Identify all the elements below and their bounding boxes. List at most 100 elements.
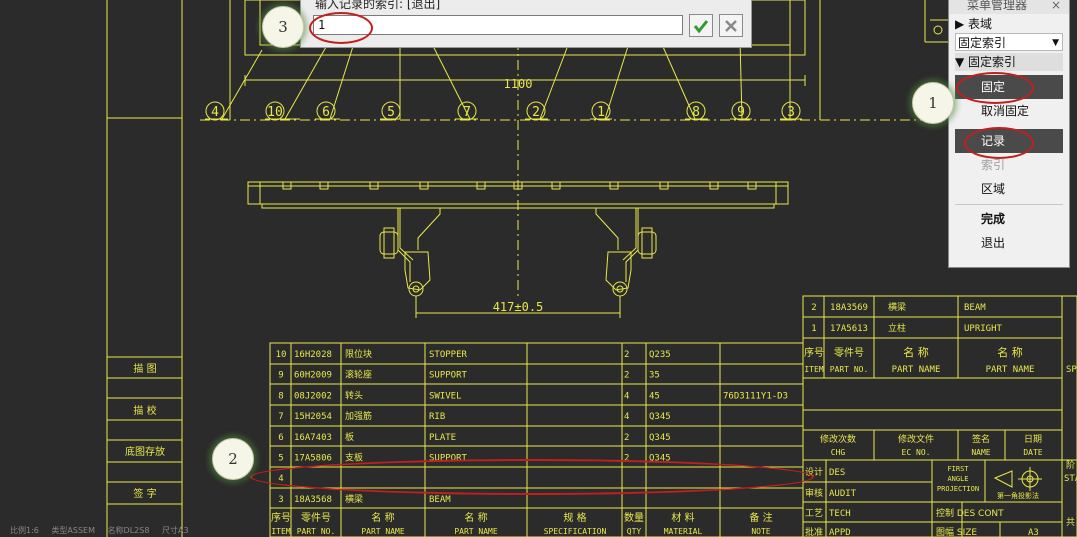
menu-title: 菜单管理器 bbox=[967, 0, 1028, 12]
menu-table-domain[interactable]: ▶ 表域 bbox=[955, 15, 1063, 33]
menu-separator bbox=[955, 204, 1063, 205]
bom-header-cn: 序号 bbox=[271, 511, 291, 524]
bom-header-en: PART NAME bbox=[361, 527, 405, 536]
sign-row-en: AUDIT bbox=[829, 489, 857, 499]
bom-qty: 2 bbox=[624, 371, 629, 381]
right-header-en: ITEM bbox=[804, 365, 823, 374]
balloon: 10 bbox=[265, 101, 285, 121]
cancel-button[interactable] bbox=[719, 14, 743, 37]
dialog-prompt: 输入记录的索引: [退出] bbox=[315, 0, 441, 11]
bom-item: 8 bbox=[278, 391, 283, 401]
highlight-row-ring bbox=[250, 459, 814, 495]
bom-header-cn: 规 格 bbox=[563, 511, 586, 524]
bom-material: Q345 bbox=[649, 433, 671, 443]
bom-header-cn: 数量 bbox=[624, 511, 644, 524]
bom-name-cn: 限位块 bbox=[345, 348, 372, 360]
bom-item: 7 bbox=[278, 412, 283, 422]
balloon-label: 6 bbox=[322, 105, 330, 120]
revision-cn: 修改文件 bbox=[898, 433, 934, 445]
status-type: 类型ASSEM bbox=[51, 526, 96, 535]
bom-name-en: STOPPER bbox=[429, 350, 468, 360]
projection-label: FIRST bbox=[947, 465, 969, 473]
balloon-label: 4 bbox=[211, 105, 219, 120]
menu-section-fixed-index[interactable]: ▼ 固定索引 bbox=[955, 53, 1063, 71]
record-ring bbox=[964, 127, 1034, 159]
balloon: 8 bbox=[686, 101, 706, 121]
balloon-group: 4 10 6 5 7 2 1 8 9 3 bbox=[205, 101, 801, 121]
bom-header-cn: 备 注 bbox=[749, 511, 772, 524]
sign-row-en: DES bbox=[829, 468, 845, 478]
balloon-label: 10 bbox=[267, 105, 283, 120]
balloon-label: 7 bbox=[463, 105, 471, 120]
bom-item: 9 bbox=[278, 371, 283, 381]
bom-name-cn: 板 bbox=[345, 431, 354, 443]
bom-qty: 2 bbox=[624, 350, 629, 360]
menu-index-select[interactable]: 固定索引 ▼ bbox=[955, 33, 1063, 51]
bom-part-no: 15H2054 bbox=[294, 412, 332, 422]
bom-name-cn: 横梁 bbox=[345, 493, 363, 505]
callout-1: 1 bbox=[912, 82, 954, 124]
close-icon[interactable]: × bbox=[1051, 0, 1061, 15]
confirm-button[interactable] bbox=[689, 14, 713, 37]
balloon: 2 bbox=[526, 101, 546, 121]
bom-qty: 2 bbox=[624, 433, 629, 443]
bom-name-cn: 滚轮座 bbox=[345, 369, 372, 381]
bom-header-en: PART NO. bbox=[297, 527, 336, 536]
close-icon bbox=[725, 19, 737, 32]
right-row-name-cn: 立柱 bbox=[888, 322, 906, 334]
revision-cn: 签名 bbox=[972, 433, 990, 445]
bom-name-en: SWIVEL bbox=[429, 391, 462, 401]
bom-name-cn: 加强筋 bbox=[345, 410, 372, 422]
bom-material: Q345 bbox=[649, 412, 671, 422]
total-label: 共 bbox=[1066, 517, 1075, 528]
revision-en: NAME bbox=[971, 448, 990, 457]
right-row-name-cn: 横梁 bbox=[888, 301, 906, 313]
dimension-1100: 1100 bbox=[504, 77, 533, 91]
bom-part-no: 60H2009 bbox=[294, 371, 332, 381]
balloon: 3 bbox=[781, 101, 801, 121]
menu-index-select-value: 固定索引 bbox=[958, 36, 1007, 50]
bom-item: 3 bbox=[278, 495, 283, 505]
projection-label: ANGLE bbox=[947, 475, 968, 483]
bom-item: 10 bbox=[276, 350, 287, 360]
balloon-label: 3 bbox=[787, 105, 795, 120]
bom-header-cn: 名 称 bbox=[371, 511, 394, 524]
fix-ring bbox=[956, 72, 1034, 104]
bom-part-no: 17A5806 bbox=[294, 454, 332, 464]
status-bar: 比例1:6 类型ASSEM 名称DL2S8 尺寸A3 bbox=[0, 525, 189, 537]
right-header-cn: 名 称 bbox=[903, 345, 929, 359]
stage-en: STA bbox=[1064, 474, 1077, 484]
right-header-en: PART NAME bbox=[986, 365, 1035, 375]
menu-title-bar: 菜单管理器 × bbox=[949, 0, 1069, 14]
bom-material: 45 bbox=[649, 391, 660, 401]
right-header-cn: 序号 bbox=[804, 346, 824, 359]
menu-item-done[interactable]: 完成 bbox=[955, 207, 1063, 231]
side-label-trace: 描 图 bbox=[133, 362, 156, 375]
input-ring bbox=[309, 12, 373, 44]
right-row-partno: 18A3569 bbox=[830, 303, 868, 313]
cad-drawing-canvas[interactable]: 4 10 6 5 7 2 1 8 9 3 1100 417±0.5 描 图 描 … bbox=[0, 0, 1077, 537]
menu-item-region[interactable]: 区域 bbox=[955, 177, 1063, 201]
bom-item: 6 bbox=[278, 433, 283, 443]
bom-material: Q235 bbox=[649, 350, 671, 360]
revision-cn: 日期 bbox=[1024, 434, 1042, 445]
balloon: 4 bbox=[205, 101, 225, 121]
bom-header-en: PART NAME bbox=[454, 527, 498, 536]
bom-qty: 4 bbox=[624, 412, 629, 422]
balloon: 9 bbox=[731, 101, 751, 121]
menu-item-quit[interactable]: 退出 bbox=[955, 231, 1063, 255]
bom-name-en: PLATE bbox=[429, 433, 456, 443]
control-label: 控制 DES CONT bbox=[936, 507, 1004, 519]
revision-cn: 修改次数 bbox=[820, 433, 856, 445]
bom-name-cn: 转头 bbox=[345, 389, 363, 401]
right-header-cn: 名 称 bbox=[997, 345, 1023, 359]
bom-part-no: 18A3568 bbox=[294, 495, 332, 505]
status-scale: 比例1:6 bbox=[10, 526, 39, 535]
callout-3: 3 bbox=[262, 6, 304, 48]
balloon: 7 bbox=[457, 101, 477, 121]
bom-header-cn: 材 料 bbox=[671, 511, 694, 524]
status-size: 尺寸A3 bbox=[161, 526, 189, 535]
balloon: 5 bbox=[381, 101, 401, 121]
right-row-partno: 17A5613 bbox=[830, 324, 868, 334]
stage-label: 阶 bbox=[1066, 459, 1075, 471]
